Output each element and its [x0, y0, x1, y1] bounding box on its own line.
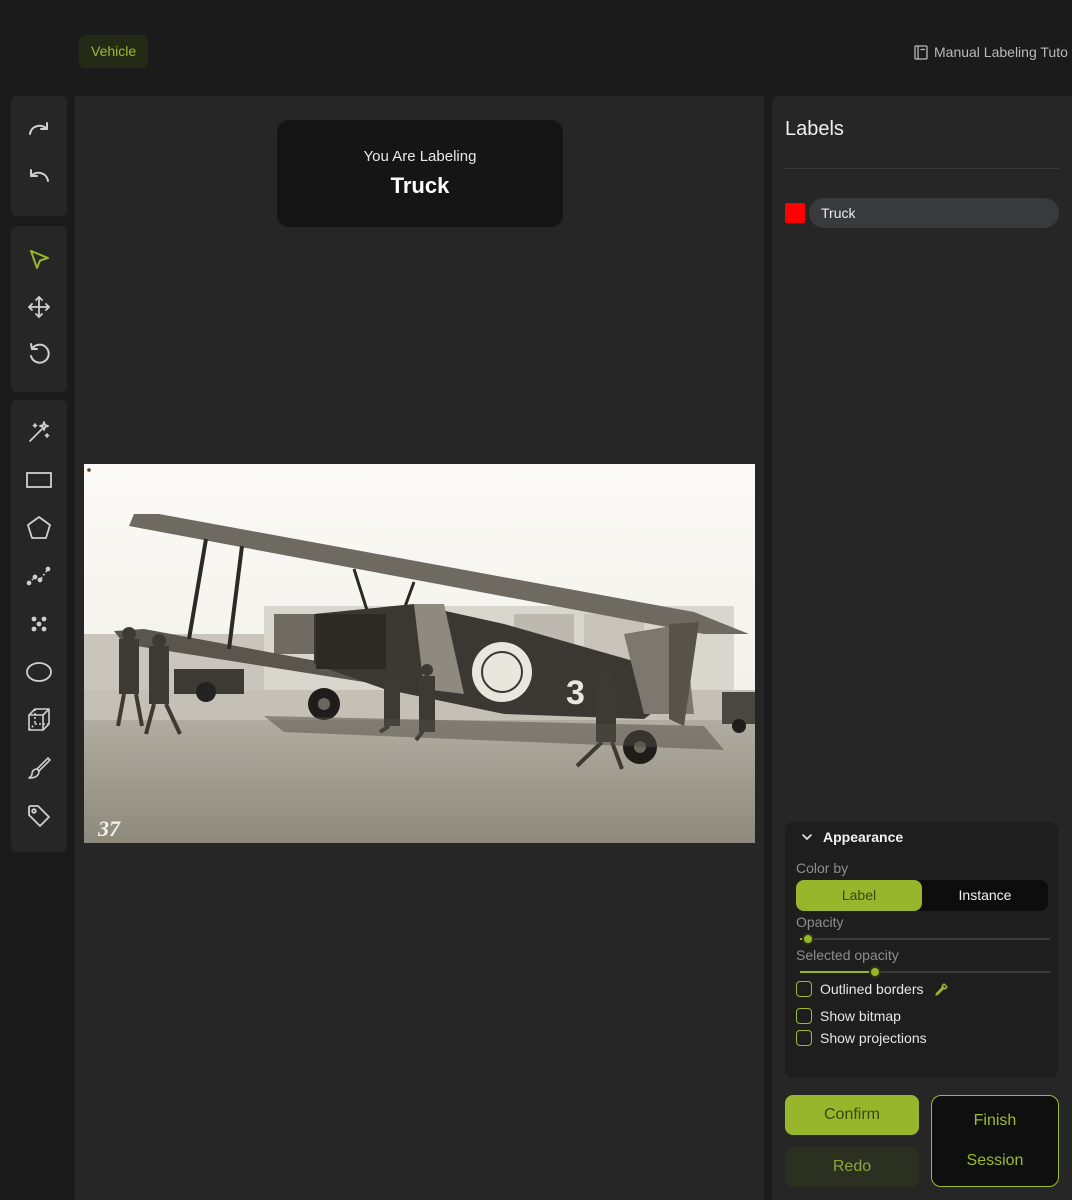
ellipse-tool[interactable]: [19, 652, 59, 692]
photo-stamp-number: 37: [98, 816, 120, 841]
ellipse-icon: [26, 662, 52, 682]
chevron-down-icon: [802, 834, 812, 840]
points-icon: [31, 616, 47, 632]
tutorial-link[interactable]: Manual Labeling Tuto: [914, 42, 1068, 62]
polyline-icon: [26, 566, 51, 586]
outlined-borders-label: Outlined borders: [820, 981, 924, 997]
show-projections-checkbox[interactable]: [796, 1030, 812, 1046]
pan-tool[interactable]: [19, 287, 59, 327]
biplane-photo-image: 3: [84, 464, 755, 843]
label-color-swatch: [785, 203, 805, 223]
cuboid-icon: [28, 708, 50, 731]
tag-tool[interactable]: [19, 796, 59, 836]
polyline-tool[interactable]: [19, 556, 59, 596]
selected-opacity-slider-fill: [800, 971, 875, 973]
color-by-label: Color by: [796, 860, 849, 876]
appearance-section: Appearance Color by Label Instance Opaci…: [785, 822, 1058, 1078]
selected-opacity-label: Selected opacity: [796, 947, 899, 963]
top-bar: Vehicle Manual Labeling Tuto: [0, 0, 1072, 96]
show-bitmap-option: Show bitmap: [796, 1008, 901, 1024]
brush-tool[interactable]: [19, 748, 59, 788]
source-photo[interactable]: 3 37: [84, 464, 755, 843]
color-by-instance-option[interactable]: Instance: [922, 880, 1048, 911]
history-tool-group: [11, 96, 67, 216]
rectangle-icon: [26, 472, 52, 488]
brush-icon: [28, 757, 51, 779]
selected-opacity-slider-thumb[interactable]: [869, 966, 881, 978]
eyedropper-icon[interactable]: [934, 982, 949, 997]
show-bitmap-checkbox[interactable]: [796, 1008, 812, 1024]
labeling-prompt-card: You Are Labeling Truck: [277, 120, 563, 227]
opacity-slider-thumb[interactable]: [801, 933, 814, 945]
redo-annotation-button[interactable]: Redo: [785, 1147, 919, 1187]
finish-session-label: Finish Session: [967, 1101, 1024, 1181]
fuselage-number: 3: [566, 674, 585, 712]
appearance-title: Appearance: [823, 829, 904, 845]
select-tool[interactable]: [19, 240, 59, 280]
points-tool[interactable]: [19, 604, 59, 644]
select-cursor-icon: [30, 250, 49, 269]
outlined-borders-option: Outlined borders: [796, 981, 949, 997]
prompt-label: Truck: [390, 173, 450, 198]
opacity-slider[interactable]: [800, 933, 1050, 945]
show-projections-label: Show projections: [820, 1030, 927, 1046]
redo-button[interactable]: [19, 110, 59, 150]
drawing-tool-group: [11, 400, 67, 852]
rotate-reset-icon: [30, 343, 50, 364]
undo-button[interactable]: [19, 157, 59, 197]
labels-panel: Labels Truck Appearance Color by Label I…: [772, 96, 1072, 1200]
move-arrows-icon: [28, 296, 50, 318]
outlined-borders-checkbox[interactable]: [796, 981, 812, 997]
annotation-canvas[interactable]: You Are Labeling Truck 3 37: [75, 96, 764, 1200]
reset-view-tool[interactable]: [19, 334, 59, 374]
tag-icon: [28, 805, 50, 827]
tutorial-link-label: Manual Labeling Tuto: [934, 44, 1068, 60]
polygon-tool[interactable]: [19, 508, 59, 548]
color-by-toggle: Label Instance: [796, 880, 1048, 911]
show-projections-option: Show projections: [796, 1030, 927, 1046]
confirm-button[interactable]: Confirm: [785, 1095, 919, 1135]
magic-wand-icon: [29, 421, 50, 442]
opacity-label: Opacity: [796, 914, 844, 930]
polygon-icon: [27, 516, 51, 539]
finish-session-button[interactable]: Finish Session: [931, 1095, 1059, 1187]
labels-title: Labels: [785, 118, 844, 140]
labels-divider: [785, 168, 1059, 169]
prompt-caption: You Are Labeling: [363, 148, 477, 165]
selected-opacity-slider[interactable]: [800, 966, 1050, 978]
magic-wand-tool[interactable]: [19, 412, 59, 452]
appearance-header[interactable]: Appearance: [801, 827, 903, 847]
rectangle-tool[interactable]: [19, 460, 59, 500]
undo-icon: [30, 169, 49, 182]
label-item-truck[interactable]: Truck: [785, 198, 1059, 228]
category-chip[interactable]: Vehicle: [79, 35, 149, 68]
show-bitmap-label: Show bitmap: [820, 1008, 901, 1024]
label-item-name[interactable]: Truck: [809, 198, 1059, 228]
book-icon: [914, 44, 928, 60]
finish-label-line1: Finish: [973, 1112, 1017, 1129]
redo-icon: [29, 122, 48, 135]
navigation-tool-group: [11, 226, 67, 392]
finish-label-line2: Session: [966, 1152, 1024, 1169]
cuboid-tool[interactable]: [19, 700, 59, 740]
color-by-label-option[interactable]: Label: [796, 880, 922, 911]
